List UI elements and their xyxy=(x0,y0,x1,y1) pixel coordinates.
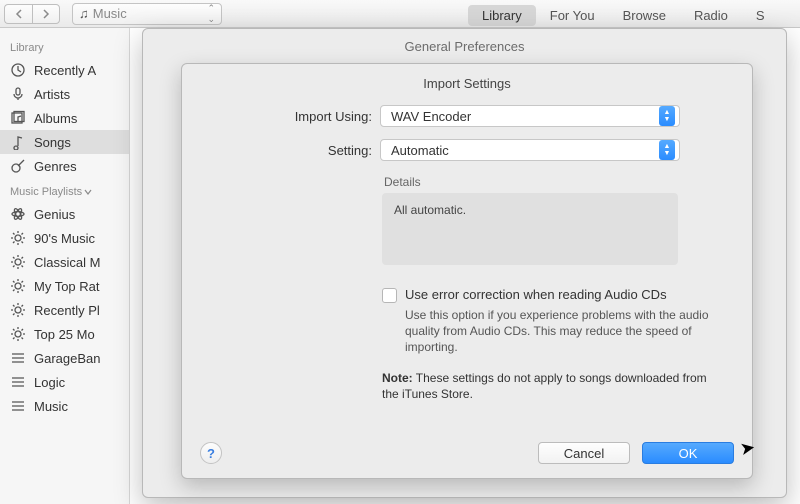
note-prefix: Note: xyxy=(382,371,413,385)
note-body: These settings do not apply to songs dow… xyxy=(382,371,707,401)
sidebar-section-library: Library xyxy=(0,34,129,58)
updown-icon: ⌃⌄ xyxy=(207,3,215,25)
ok-button[interactable]: OK xyxy=(642,442,734,464)
sidebar-item-label: Genres xyxy=(34,159,77,174)
sidebar-playlist-classical-m[interactable]: Classical M xyxy=(0,250,129,274)
setting-select[interactable]: Automatic ▲▼ xyxy=(380,139,680,161)
source-label: Music xyxy=(93,6,127,21)
sidebar-section-playlists-label: Music Playlists xyxy=(10,186,82,198)
sidebar-playlist-90-s-music[interactable]: 90's Music xyxy=(0,226,129,250)
back-button[interactable] xyxy=(4,4,32,24)
chevron-left-icon xyxy=(15,9,23,19)
atom-icon xyxy=(10,206,26,222)
sidebar-playlist-my-top-rat[interactable]: My Top Rat xyxy=(0,274,129,298)
list-icon xyxy=(10,398,26,414)
sidebar: Library Recently A Artists Albums Songs Genr… xyxy=(0,28,130,504)
dialog-title: Import Settings xyxy=(182,64,752,99)
tab-library[interactable]: Library xyxy=(468,5,536,26)
guitar-icon xyxy=(10,158,26,174)
sidebar-item-albums[interactable]: Albums xyxy=(0,106,129,130)
sidebar-item-recently-a[interactable]: Recently A xyxy=(0,58,129,82)
nav-buttons xyxy=(4,4,60,24)
music-note-icon: ♫ xyxy=(79,6,89,21)
sidebar-playlist-genius[interactable]: Genius xyxy=(0,202,129,226)
help-button[interactable]: ? xyxy=(200,442,222,464)
sidebar-item-label: Top 25 Mo xyxy=(34,327,95,342)
forward-button[interactable] xyxy=(32,4,60,24)
sidebar-item-label: Songs xyxy=(34,135,71,150)
setting-label: Setting: xyxy=(182,143,380,158)
sidebar-item-genres[interactable]: Genres xyxy=(0,154,129,178)
sidebar-item-songs[interactable]: Songs xyxy=(0,130,129,154)
updown-icon: ▲▼ xyxy=(659,140,675,160)
sidebar-item-label: Albums xyxy=(34,111,77,126)
sidebar-section-playlists[interactable]: Music Playlists xyxy=(0,178,129,202)
gear-icon xyxy=(10,302,26,318)
sidebar-playlist-music[interactable]: Music xyxy=(0,394,129,418)
import-using-label: Import Using: xyxy=(182,109,380,124)
general-preferences-sheet: General Preferences Import Settings Impo… xyxy=(142,28,787,498)
sidebar-item-label: My Top Rat xyxy=(34,279,100,294)
error-correction-checkbox[interactable] xyxy=(382,288,397,303)
tab-for-you[interactable]: For You xyxy=(536,5,609,26)
sidebar-playlist-top-25-mo[interactable]: Top 25 Mo xyxy=(0,322,129,346)
gear-icon xyxy=(10,230,26,246)
tab-store[interactable]: S xyxy=(742,5,779,26)
error-correction-label: Use error correction when reading Audio … xyxy=(405,287,667,302)
details-header: Details xyxy=(382,173,678,193)
sidebar-playlist-logic[interactable]: Logic xyxy=(0,370,129,394)
album-icon xyxy=(10,110,26,126)
sidebar-item-label: Classical M xyxy=(34,255,100,270)
import-settings-dialog: Import Settings Import Using: WAV Encode… xyxy=(181,63,753,479)
gear-icon xyxy=(10,326,26,342)
note-text: Note: These settings do not apply to son… xyxy=(382,370,712,402)
sidebar-item-artists[interactable]: Artists xyxy=(0,82,129,106)
sidebar-item-label: 90's Music xyxy=(34,231,95,246)
setting-value: Automatic xyxy=(391,143,449,158)
cancel-button[interactable]: Cancel xyxy=(538,442,630,464)
import-using-select[interactable]: WAV Encoder ▲▼ xyxy=(380,105,680,127)
main-tabs: Library For You Browse Radio S xyxy=(468,5,779,26)
mic-icon xyxy=(10,86,26,102)
clock-icon xyxy=(10,62,26,78)
tab-radio[interactable]: Radio xyxy=(680,5,742,26)
sidebar-item-label: Music xyxy=(34,399,68,414)
sidebar-item-label: GarageBan xyxy=(34,351,101,366)
source-selector[interactable]: ♫ Music ⌃⌄ xyxy=(72,3,222,25)
sidebar-playlist-recently-pl[interactable]: Recently Pl xyxy=(0,298,129,322)
sidebar-item-label: Recently A xyxy=(34,63,96,78)
gear-icon xyxy=(10,254,26,270)
chevron-down-icon xyxy=(84,188,92,196)
sidebar-playlist-garageban[interactable]: GarageBan xyxy=(0,346,129,370)
sheet-title: General Preferences xyxy=(143,29,786,54)
updown-icon: ▲▼ xyxy=(659,106,675,126)
sidebar-item-label: Recently Pl xyxy=(34,303,100,318)
list-icon xyxy=(10,374,26,390)
gear-icon xyxy=(10,278,26,294)
import-using-value: WAV Encoder xyxy=(391,109,471,124)
chevron-right-icon xyxy=(42,9,50,19)
list-icon xyxy=(10,350,26,366)
sidebar-item-label: Genius xyxy=(34,207,75,222)
details-box: All automatic. xyxy=(382,193,678,265)
tab-browse[interactable]: Browse xyxy=(609,5,680,26)
note-icon xyxy=(10,134,26,150)
error-correction-description: Use this option if you experience proble… xyxy=(405,307,717,356)
sidebar-item-label: Artists xyxy=(34,87,70,102)
sidebar-item-label: Logic xyxy=(34,375,65,390)
